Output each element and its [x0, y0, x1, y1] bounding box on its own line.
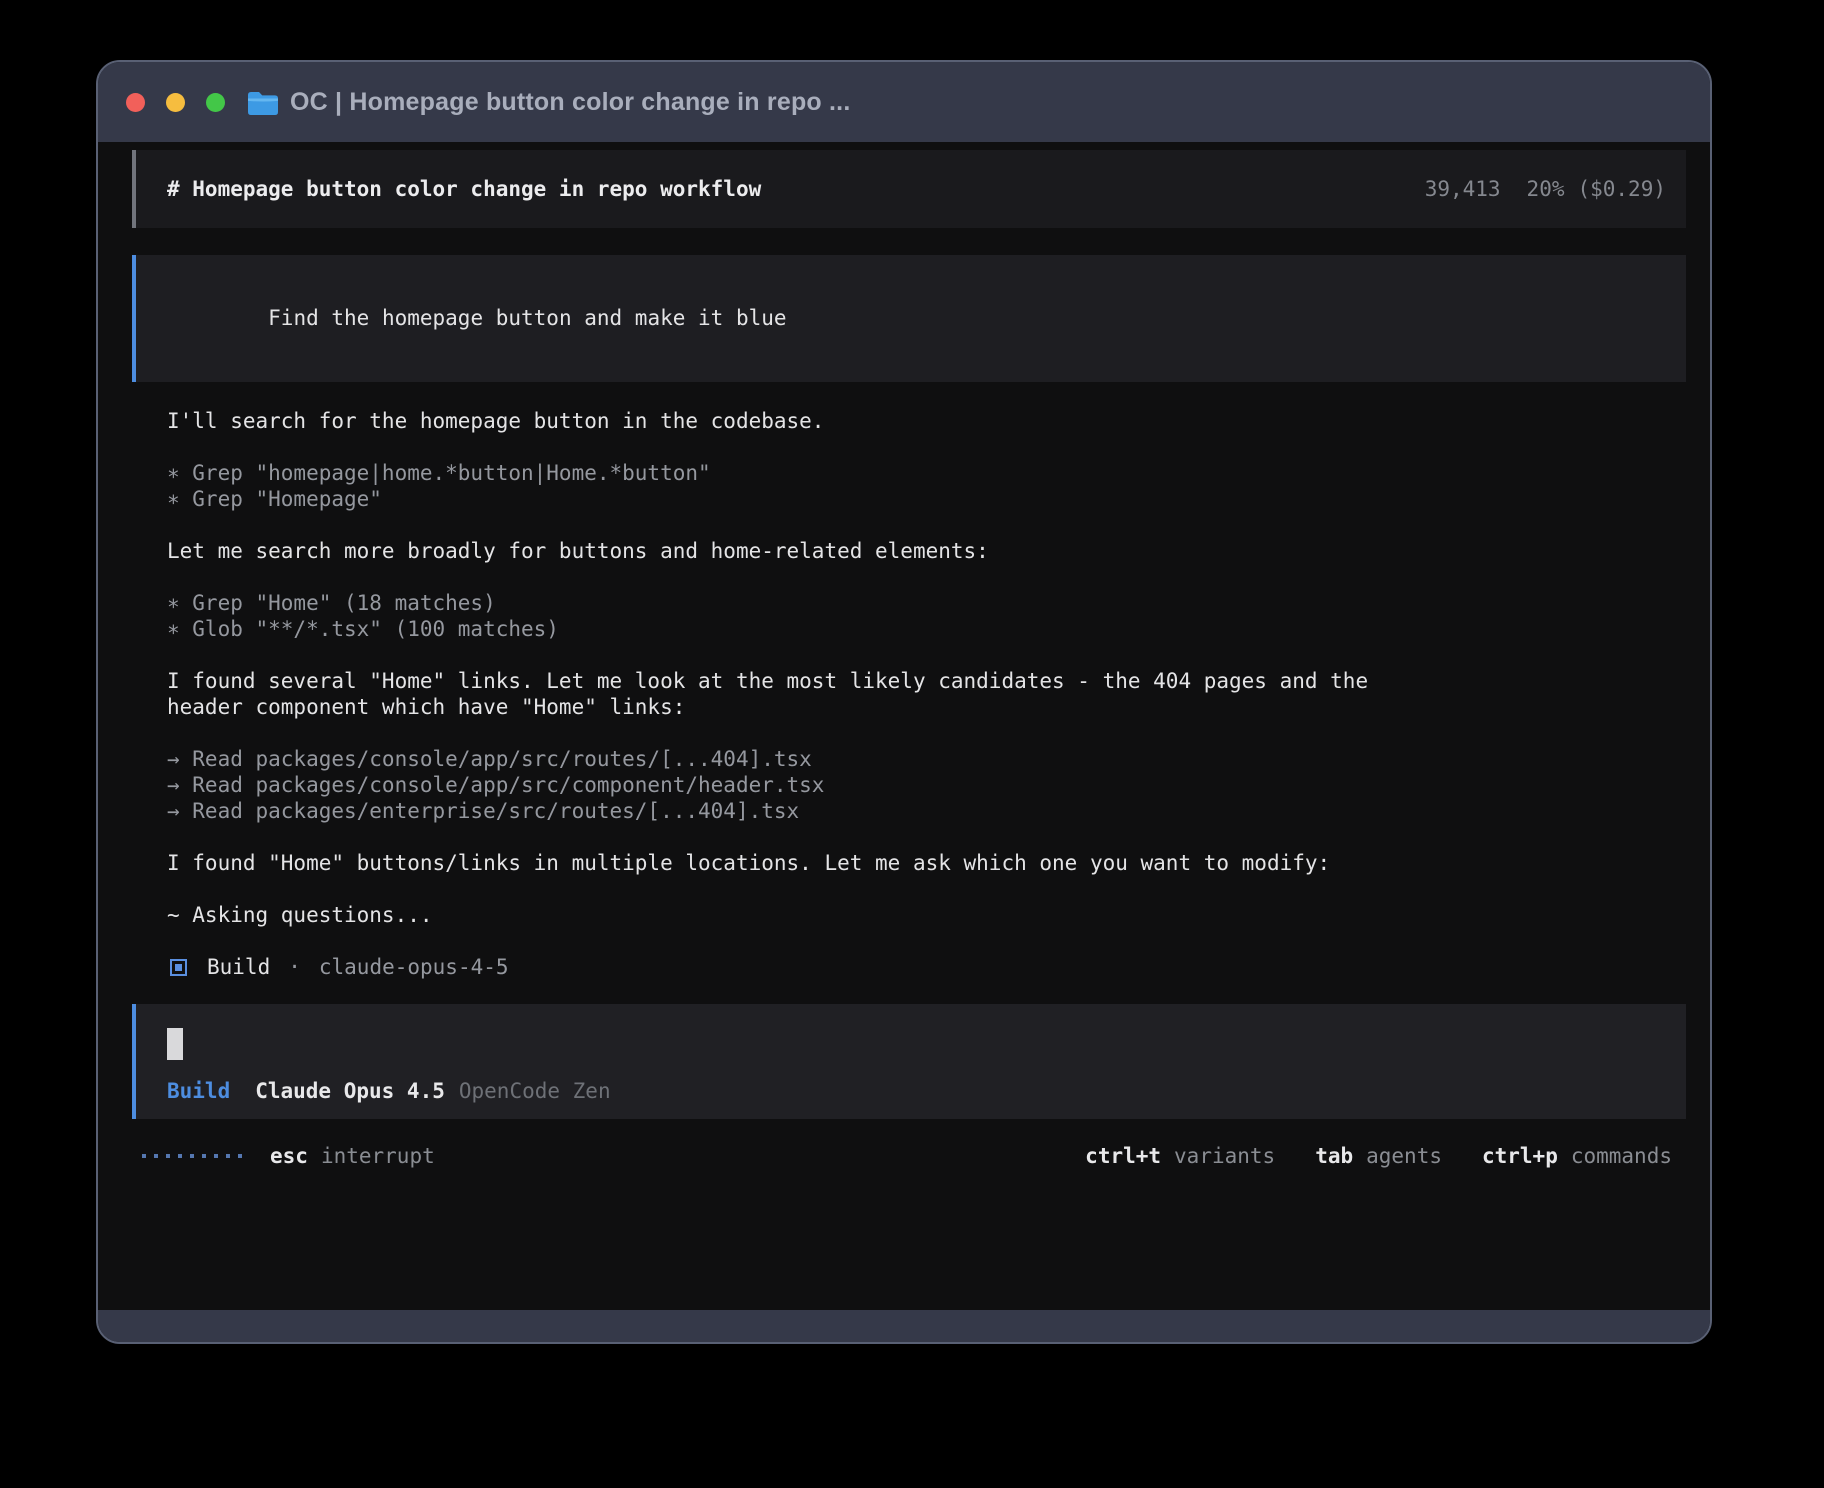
- spinner-dot: [154, 1154, 158, 1158]
- spinner-dot: [178, 1154, 182, 1158]
- tool-call-read: → Read packages/enterprise/src/routes/[.…: [132, 798, 1686, 824]
- agent-status-row: Build · claude-opus-4-5: [132, 954, 1686, 980]
- tool-call-glob: ∗ Glob "**/*.tsx" (100 matches): [132, 616, 1686, 642]
- shortcut-label: agents: [1366, 1143, 1442, 1169]
- assistant-status-text: ~ Asking questions...: [132, 902, 1686, 928]
- model-name: Claude Opus 4.5: [255, 1078, 445, 1104]
- provider-name: OpenCode Zen: [459, 1078, 611, 1104]
- assistant-text: Let me search more broadly for buttons a…: [132, 538, 1686, 564]
- shortcut-key: ctrl+t: [1085, 1143, 1161, 1169]
- user-message: Find the homepage button and make it blu…: [132, 255, 1686, 382]
- agent-mode-label[interactable]: Build: [167, 1078, 230, 1104]
- assistant-text: header component which have "Home" links…: [132, 694, 1686, 720]
- tool-call-grep: ∗ Grep "homepage|home.*button|Home.*butt…: [132, 460, 1686, 486]
- shortcut-variants: ctrl+t variants: [1085, 1143, 1275, 1169]
- tool-call-grep: ∗ Grep "Homepage": [132, 486, 1686, 512]
- terminal-window: OC | Homepage button color change in rep…: [96, 60, 1712, 1344]
- window-bottom-edge: [98, 1310, 1710, 1342]
- user-message-text: Find the homepage button and make it blu…: [268, 306, 786, 330]
- shortcut-key: tab: [1315, 1143, 1353, 1169]
- session-header: # Homepage button color change in repo w…: [132, 150, 1686, 228]
- spinner-dot: [214, 1154, 218, 1158]
- assistant-text: I found several "Home" links. Let me loo…: [132, 668, 1686, 694]
- window-titlebar[interactable]: OC | Homepage button color change in rep…: [98, 62, 1710, 142]
- spinner-dot: [190, 1154, 194, 1158]
- prompt-input[interactable]: Build Claude Opus 4.5 OpenCode Zen: [132, 1004, 1686, 1119]
- status-separator: ·: [288, 954, 301, 980]
- session-cost: ($0.29): [1577, 176, 1666, 202]
- shortcut-label: commands: [1571, 1143, 1672, 1169]
- minimize-button[interactable]: [166, 93, 185, 112]
- working-spinner: [142, 1154, 242, 1158]
- input-status-line: Build Claude Opus 4.5 OpenCode Zen: [167, 1078, 1666, 1104]
- close-button[interactable]: [126, 93, 145, 112]
- agent-name: Build: [207, 954, 270, 980]
- window-title: OC | Homepage button color change in rep…: [290, 88, 850, 117]
- assistant-text: I found "Home" buttons/links in multiple…: [132, 850, 1686, 876]
- traffic-lights: [126, 93, 225, 112]
- context-percent: 20%: [1527, 176, 1565, 202]
- spinner-dot: [202, 1154, 206, 1158]
- terminal-content: # Homepage button color change in repo w…: [98, 142, 1710, 1310]
- status-bar: esc interrupt ctrl+t variants tab agents…: [132, 1143, 1686, 1169]
- tool-call-grep: ∗ Grep "Home" (18 matches): [132, 590, 1686, 616]
- agent-model-name: claude-opus-4-5: [319, 954, 509, 980]
- tool-call-read: → Read packages/console/app/src/routes/[…: [132, 746, 1686, 772]
- zoom-button[interactable]: [206, 93, 225, 112]
- spinner-dot: [166, 1154, 170, 1158]
- assistant-text: I'll search for the homepage button in t…: [132, 408, 1686, 434]
- spinner-dot: [142, 1154, 146, 1158]
- folder-icon: [247, 90, 278, 115]
- shortcut-agents: tab agents: [1315, 1143, 1442, 1169]
- status-bar-left: esc interrupt: [142, 1143, 435, 1169]
- shortcut-label: variants: [1174, 1143, 1275, 1169]
- spinner-dot: [238, 1154, 242, 1158]
- shortcut-commands: ctrl+p commands: [1482, 1143, 1672, 1169]
- status-bar-right: ctrl+t variants tab agents ctrl+p comman…: [1085, 1143, 1672, 1169]
- tool-call-read: → Read packages/console/app/src/componen…: [132, 772, 1686, 798]
- agent-build-icon: [170, 959, 187, 976]
- token-count: 39,413: [1425, 176, 1501, 202]
- esc-action-label: interrupt: [321, 1143, 435, 1169]
- spinner-dot: [226, 1154, 230, 1158]
- esc-key-hint: esc: [270, 1143, 308, 1169]
- text-cursor: [167, 1028, 183, 1060]
- shortcut-key: ctrl+p: [1482, 1143, 1558, 1169]
- session-title: # Homepage button color change in repo w…: [167, 176, 761, 202]
- desktop-background: OC | Homepage button color change in rep…: [0, 0, 1824, 1488]
- session-stats: 39,413 20% ($0.29): [1425, 176, 1666, 202]
